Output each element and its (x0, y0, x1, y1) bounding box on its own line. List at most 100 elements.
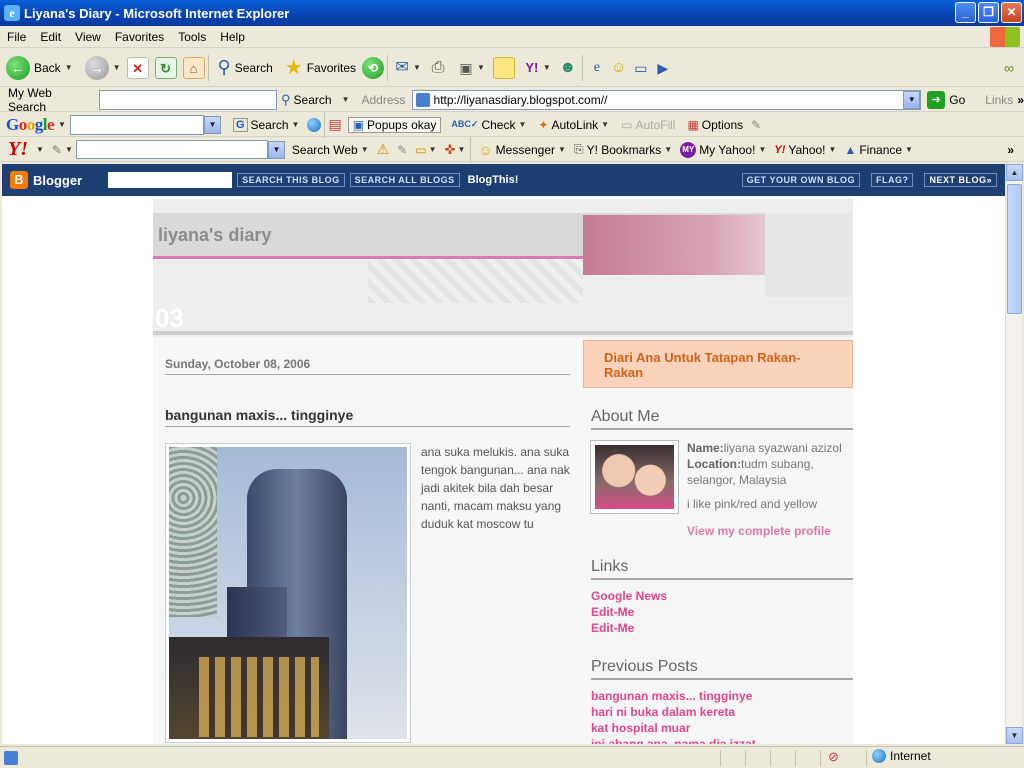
previous-post-link[interactable]: hari ni buka dalam kereta (591, 704, 853, 720)
search-all-blogs-button[interactable]: SEARCH ALL BLOGS (349, 173, 460, 187)
chevron-down-icon[interactable]: ▼ (543, 63, 551, 72)
yahoo-search-dropdown[interactable]: ▼ (267, 140, 285, 159)
scroll-up-arrow-icon[interactable]: ▲ (1006, 164, 1023, 181)
spell-check-button[interactable]: ABC✓ Check ▼ (447, 118, 530, 132)
window-icon[interactable]: ▭ (415, 143, 426, 157)
google-search-input[interactable] (69, 114, 204, 135)
popup-icon: ▣ (352, 117, 365, 132)
my-web-search-button[interactable]: ⚲ Search (277, 92, 336, 108)
link-google-news[interactable]: Google News (591, 588, 853, 604)
google-search-dropdown[interactable]: ▼ (203, 115, 221, 134)
popup-blocked-icon[interactable]: ⊘ (828, 749, 839, 765)
maximize-button[interactable]: ❐ (978, 2, 999, 23)
search-button[interactable]: ⚲ Search (212, 53, 279, 83)
chevron-down-icon[interactable]: ▼ (455, 145, 467, 154)
chevron-down-icon[interactable]: ▼ (427, 145, 439, 154)
address-input[interactable]: http://liyanasdiary.blogspot.com// ▼ (411, 89, 922, 110)
menu-view[interactable]: View (68, 30, 108, 44)
flag-button[interactable]: FLAG? (870, 173, 914, 187)
menu-edit[interactable]: Edit (33, 30, 68, 44)
post-title[interactable]: bangunan maxis... tingginye (165, 407, 570, 427)
go-button[interactable]: ➜ Go (921, 90, 971, 109)
chevron-right-icon[interactable]: » (1007, 143, 1014, 157)
chevron-down-icon[interactable]: ▼ (54, 120, 70, 129)
vertical-scrollbar[interactable]: ▲ ▼ (1005, 164, 1023, 744)
popups-okay-button[interactable]: ▣ Popups okay (347, 116, 442, 133)
yahoo-button[interactable]: Y! Yahoo! ▼ (770, 143, 840, 157)
get-your-own-blog-button[interactable]: GET YOUR OWN BLOG (741, 173, 860, 187)
print-icon[interactable]: ⎙ (427, 57, 449, 79)
link-edit-me[interactable]: Edit-Me (591, 604, 853, 620)
previous-post-link[interactable]: ini abang ana, nama dia izzat (591, 736, 853, 744)
previous-post-link[interactable]: bangunan maxis... tingginye (591, 688, 853, 704)
profile-name: liyana syazwani azizol (723, 441, 842, 455)
view-profile-link[interactable]: View my complete profile (687, 524, 831, 538)
compass-icon[interactable]: ✜ (445, 142, 456, 158)
search-web-button[interactable]: Search Web ▼ (288, 143, 373, 157)
blog-header: 03 liyana's diary (153, 199, 853, 337)
plugin-icon[interactable]: ∞ (998, 57, 1020, 79)
close-button[interactable]: ✕ (1001, 2, 1022, 23)
edit-page-icon[interactable]: ▣ (455, 57, 477, 79)
stop-icon[interactable]: ✕ (126, 56, 149, 79)
favorites-button[interactable]: ★ Favorites (279, 53, 362, 83)
note-icon[interactable] (492, 56, 515, 79)
yahoo-search-input[interactable] (75, 140, 268, 159)
news-icon[interactable]: ▤ (328, 116, 341, 133)
pencil-icon[interactable]: ✎ (52, 143, 62, 157)
back-button[interactable]: ← Back ▼ (0, 53, 79, 83)
refresh-icon[interactable]: ↻ (154, 56, 177, 79)
yahoo-bookmarks-button[interactable]: ⎘ Y! Bookmarks ▼ (570, 142, 676, 157)
google-search-button[interactable]: G Search ▼ (229, 117, 304, 132)
monitor-icon[interactable]: ▭ (630, 57, 652, 79)
autofill-button[interactable]: ▭ AutoFill (617, 118, 679, 132)
previous-post-link[interactable]: kat hospital muar (591, 720, 853, 736)
links-button[interactable]: Links (971, 93, 1013, 107)
next-blog-button[interactable]: NEXT BLOG» (924, 173, 997, 187)
mail-icon[interactable]: ✉ (391, 57, 413, 79)
finance-button[interactable]: ▲ Finance ▼ (840, 143, 917, 157)
smiley-icon[interactable]: ☺ (608, 57, 630, 79)
people-icon[interactable]: ☻ (557, 57, 579, 79)
home-icon[interactable]: ⌂ (182, 56, 205, 79)
chevron-down-icon[interactable]: ▼ (62, 145, 76, 154)
chevron-down-icon[interactable]: ▼ (65, 63, 73, 72)
chevron-right-icon[interactable]: » (1013, 93, 1024, 107)
menu-help[interactable]: Help (213, 30, 252, 44)
menu-file[interactable]: File (0, 30, 33, 44)
messenger-button[interactable]: ☺ Messenger ▼ (474, 142, 570, 158)
blog-search-input[interactable] (108, 172, 233, 188)
warning-icon[interactable]: ⚠ (377, 141, 390, 158)
post-image[interactable] (165, 443, 411, 743)
globe-icon[interactable] (307, 117, 322, 132)
blog-title[interactable]: liyana's diary (158, 225, 271, 246)
chevron-down-icon[interactable]: ▼ (413, 63, 421, 72)
google-logo[interactable]: Google (0, 115, 55, 135)
minimize-button[interactable]: _ (955, 2, 976, 23)
chevron-down-icon[interactable]: ▼ (477, 63, 485, 72)
menu-favorites[interactable]: Favorites (108, 30, 171, 44)
highlight-icon[interactable]: ✎ (397, 143, 407, 157)
avatar[interactable] (590, 440, 679, 514)
blogger-logo[interactable]: B Blogger (2, 171, 82, 189)
chevron-down-icon[interactable]: ▼ (336, 95, 356, 104)
scroll-down-arrow-icon[interactable]: ▼ (1006, 727, 1023, 744)
address-dropdown-button[interactable]: ▼ (903, 90, 921, 109)
pencil-icon[interactable]: ✎ (751, 118, 761, 132)
options-button[interactable]: ▦ Options (683, 118, 747, 132)
ie-page-icon[interactable]: e (586, 57, 608, 79)
yahoo-logo[interactable]: Y! (0, 138, 28, 161)
scrollbar-thumb[interactable] (1007, 184, 1022, 314)
forward-button[interactable]: → ▼ (79, 53, 127, 83)
yahoo-messenger-icon[interactable]: Y! (521, 57, 543, 79)
autolink-button[interactable]: ✦ AutoLink ▼ (534, 118, 613, 132)
search-this-blog-button[interactable]: SEARCH THIS BLOG (237, 173, 345, 187)
chevron-down-icon[interactable]: ▼ (28, 145, 52, 154)
blogthis-link[interactable]: BlogThis! (468, 174, 519, 186)
my-yahoo-button[interactable]: MY My Yahoo! ▼ (676, 141, 770, 158)
play-icon[interactable]: ▶ (652, 57, 674, 79)
my-web-search-input[interactable] (99, 89, 278, 110)
link-edit-me[interactable]: Edit-Me (591, 620, 853, 636)
history-icon[interactable]: ⟲ (362, 56, 385, 79)
menu-tools[interactable]: Tools (171, 30, 213, 44)
